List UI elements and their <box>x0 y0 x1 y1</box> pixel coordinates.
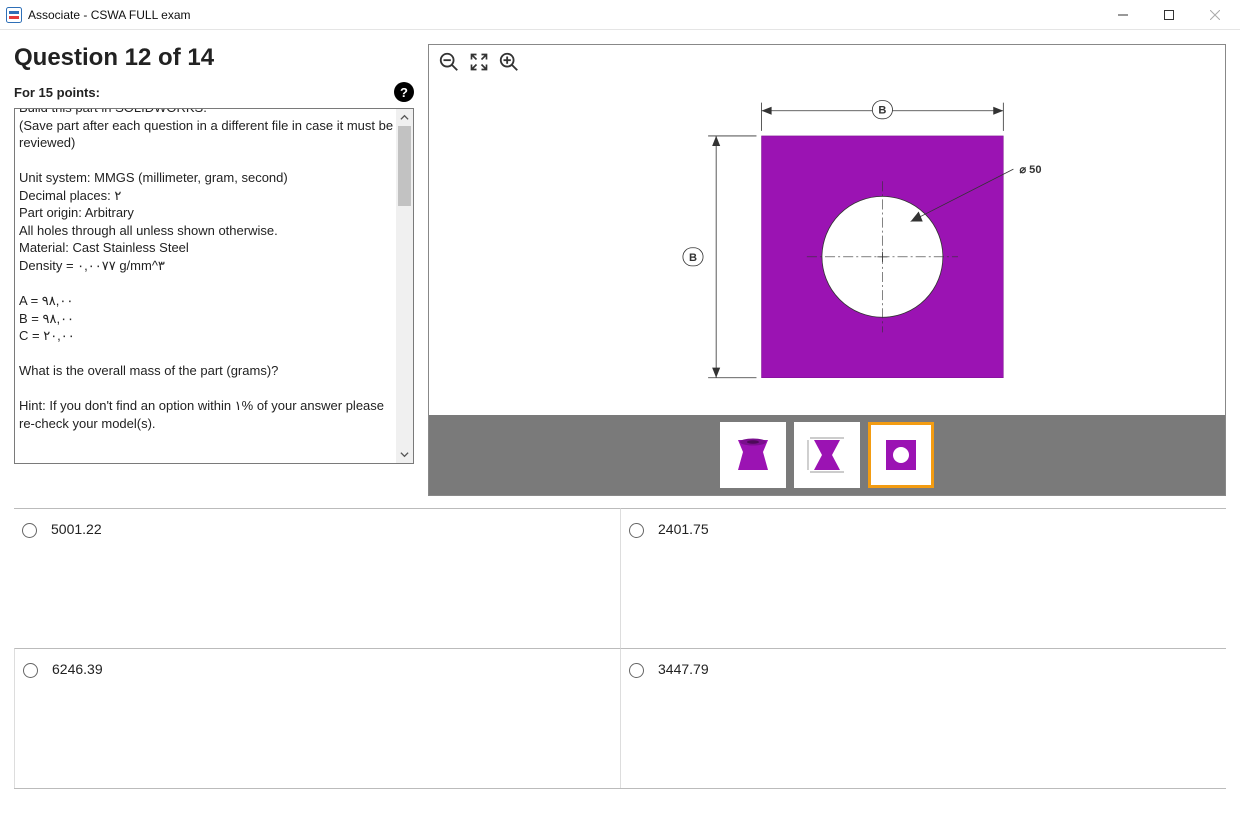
answer-option-2[interactable]: 6246.39 <box>14 648 620 788</box>
answer-label: 5001.22 <box>51 521 102 537</box>
window-title: Associate - CSWA FULL exam <box>28 8 1100 22</box>
answer-option-1[interactable]: 2401.75 <box>620 508 1226 648</box>
zoom-in-icon[interactable] <box>495 48 523 76</box>
radio-icon[interactable] <box>22 523 37 538</box>
image-toolbar <box>429 45 1225 79</box>
answer-label: 2401.75 <box>658 521 709 537</box>
radio-icon[interactable] <box>629 523 644 538</box>
dim-b-left: B <box>689 252 697 264</box>
question-header: Question 12 of 14 <box>14 44 414 72</box>
help-icon[interactable]: ? <box>394 82 414 102</box>
fit-icon[interactable] <box>465 48 493 76</box>
question-pane: Question 12 of 14 For 15 points: ? Build… <box>14 44 414 496</box>
scroll-down-icon[interactable] <box>396 446 413 463</box>
scrollbar[interactable] <box>396 109 413 463</box>
minimize-button[interactable] <box>1100 0 1146 30</box>
question-body: Build this part in SOLIDWORKS. (Save par… <box>19 108 395 432</box>
drawing-view[interactable]: B B ⌀ 50 <box>429 79 1225 415</box>
answer-option-3[interactable]: 3447.79 <box>620 648 1226 788</box>
app-icon <box>6 7 22 23</box>
close-button[interactable] <box>1192 0 1238 30</box>
radio-icon[interactable] <box>629 663 644 678</box>
scroll-thumb[interactable] <box>398 126 411 206</box>
image-pane: B B ⌀ 50 <box>428 44 1226 496</box>
thumbnail-2[interactable] <box>868 422 934 488</box>
thumbnail-1[interactable] <box>794 422 860 488</box>
points-label: For 15 points: <box>14 85 100 100</box>
radio-icon[interactable] <box>23 663 38 678</box>
maximize-button[interactable] <box>1146 0 1192 30</box>
answer-label: 6246.39 <box>52 661 103 677</box>
thumbnail-strip <box>429 415 1225 495</box>
thumbnail-0[interactable] <box>720 422 786 488</box>
question-text-box: Build this part in SOLIDWORKS. (Save par… <box>14 108 414 464</box>
diameter-callout: ⌀ 50 <box>1019 164 1041 176</box>
scroll-track[interactable] <box>396 126 413 446</box>
dim-b-top: B <box>878 105 886 117</box>
answers-area: 5001.22 2401.75 6246.39 3447.79 <box>0 508 1240 789</box>
answer-option-0[interactable]: 5001.22 <box>14 508 620 648</box>
scroll-up-icon[interactable] <box>396 109 413 126</box>
zoom-out-icon[interactable] <box>435 48 463 76</box>
answer-label: 3447.79 <box>658 661 709 677</box>
title-bar: Associate - CSWA FULL exam <box>0 0 1240 30</box>
